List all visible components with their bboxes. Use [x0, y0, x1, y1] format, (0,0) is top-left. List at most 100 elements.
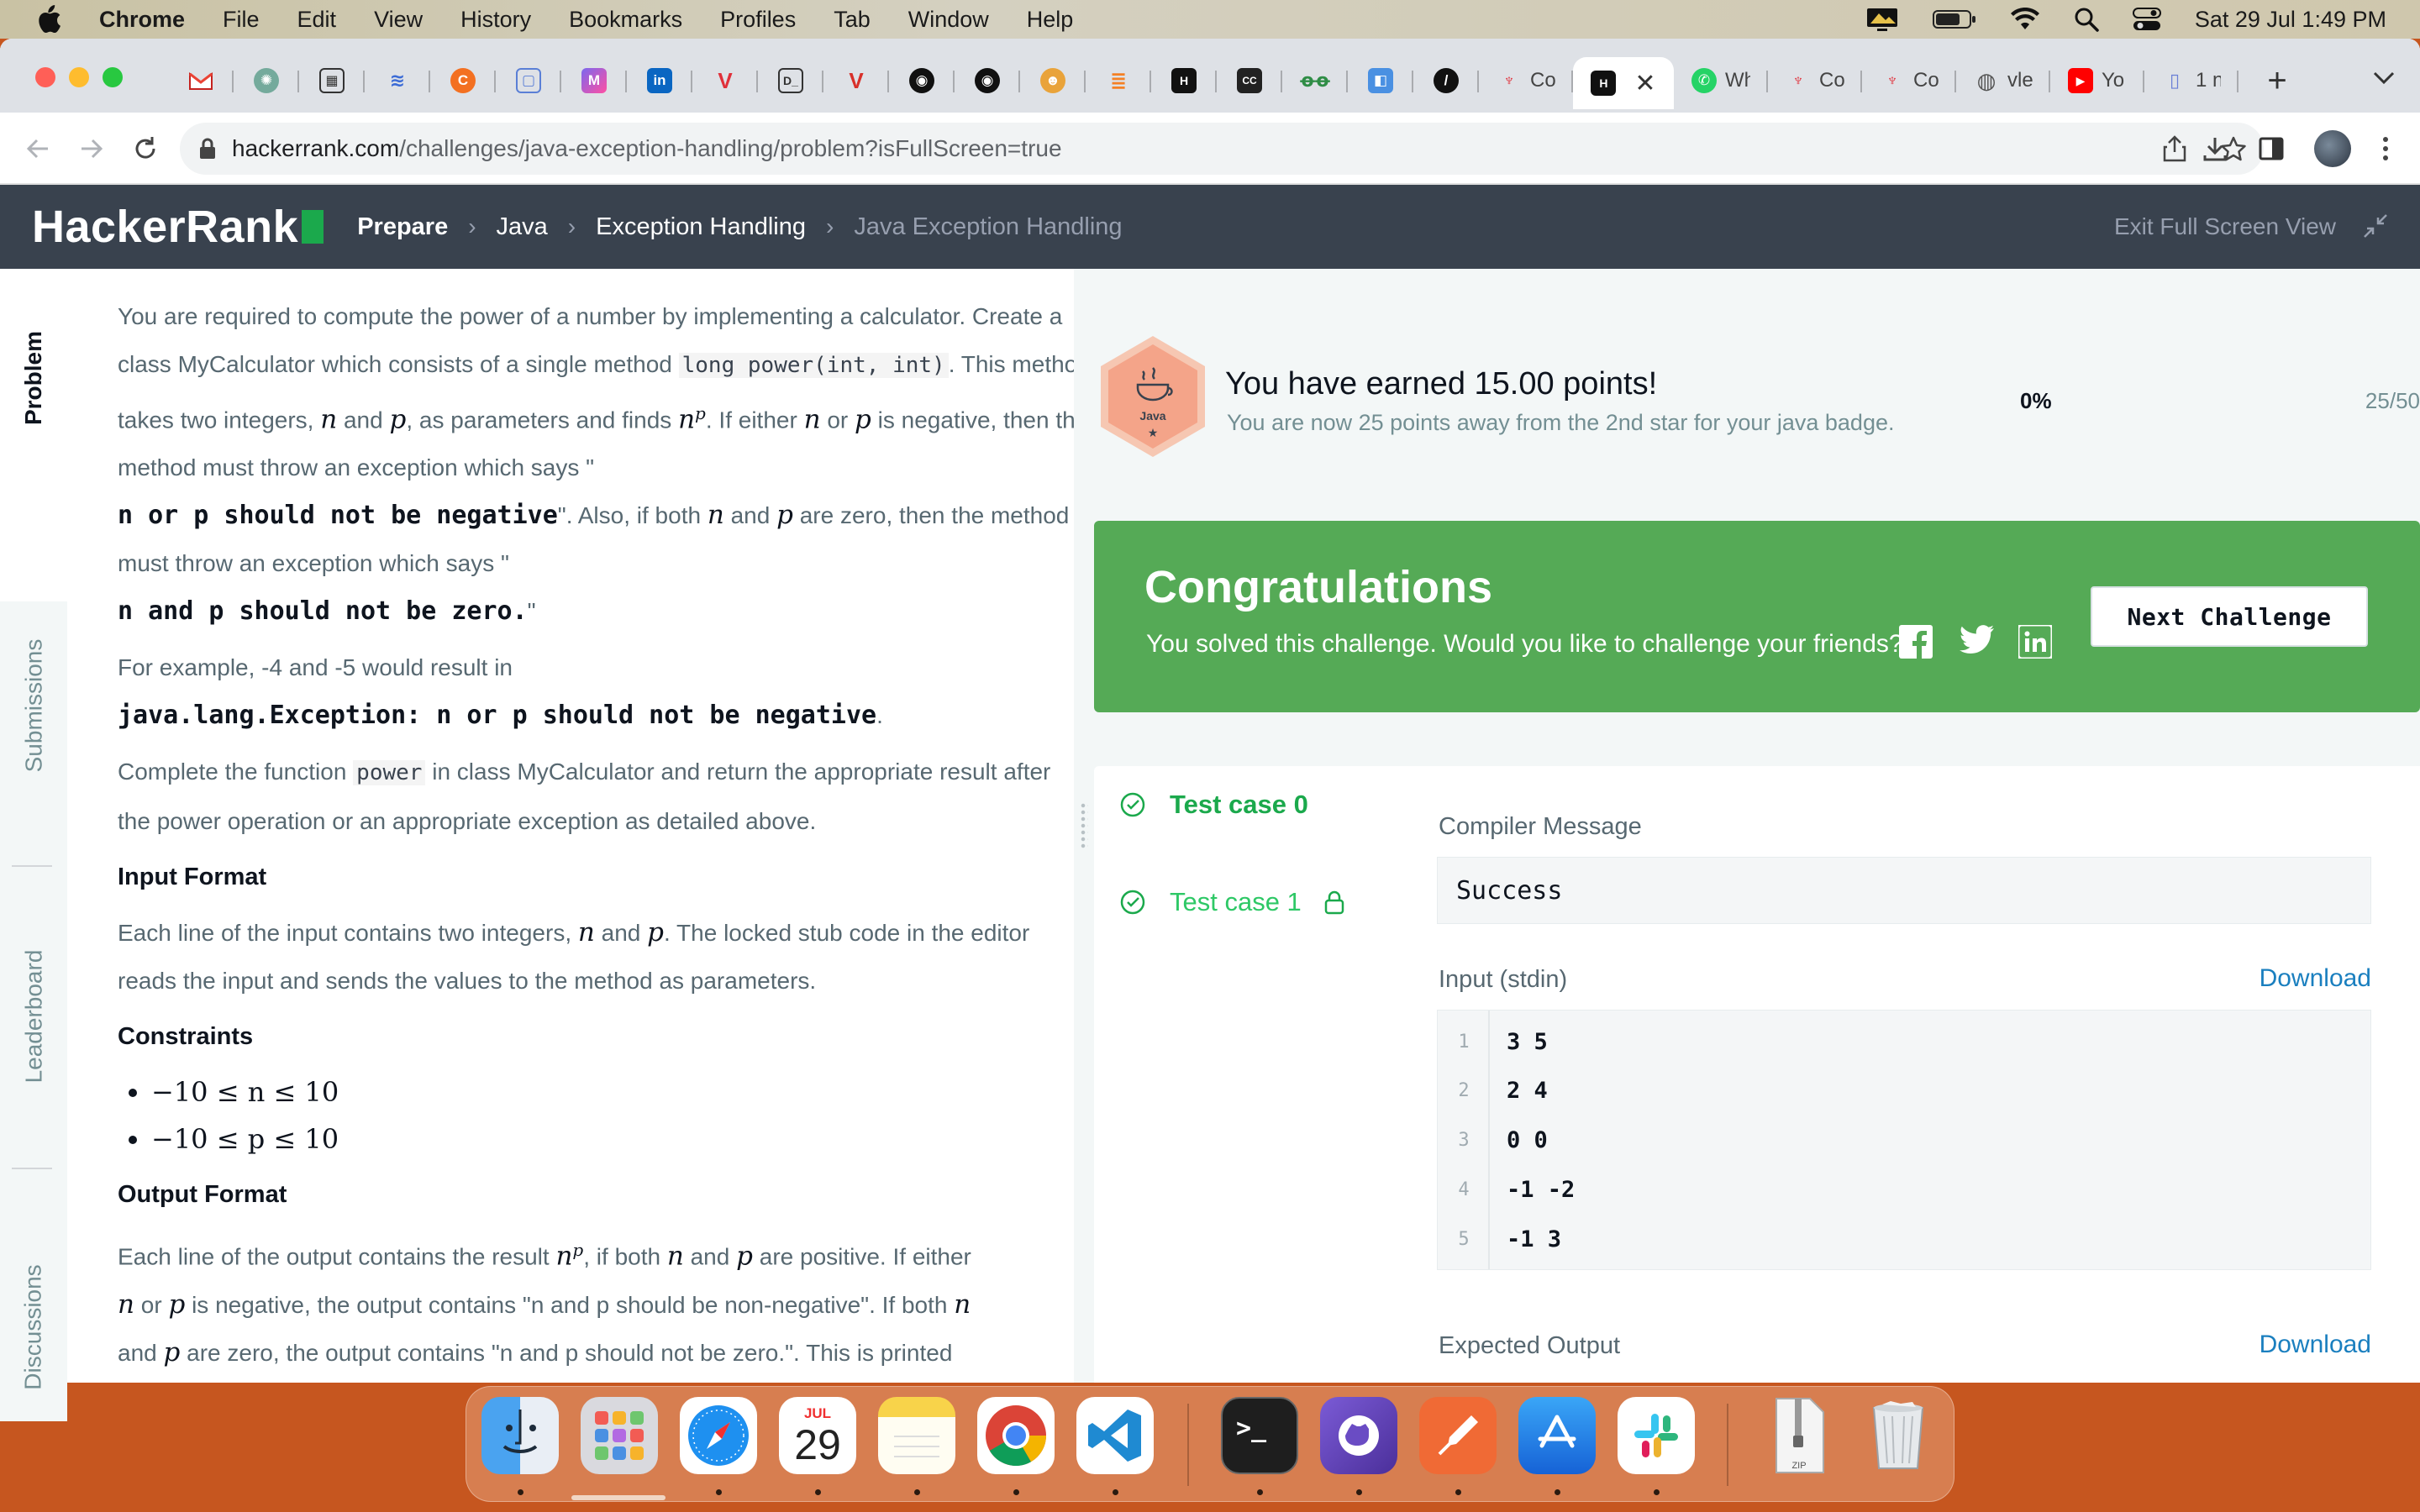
menu-file[interactable]: File [223, 7, 260, 33]
launchpad-icon[interactable] [581, 1397, 658, 1474]
problem-paragraph-1: You are required to compute the power of… [118, 303, 1074, 627]
testcase-0-tab[interactable]: Test case 0 [1119, 790, 1308, 820]
tab-codeforces-2[interactable]: ♆ Co [1768, 57, 1862, 104]
tab-code-doc[interactable]: D_ [758, 57, 823, 104]
chrome-icon[interactable] [977, 1397, 1055, 1474]
postman-icon[interactable] [1419, 1397, 1497, 1474]
tab-youtube[interactable]: ▶ Yo [2050, 57, 2144, 104]
lock-icon[interactable] [198, 137, 217, 160]
menubar-clock[interactable]: Sat 29 Jul 1:49 PM [2195, 7, 2386, 33]
hackerrank-logo[interactable]: HackerRank [32, 201, 324, 253]
tab-search-chevron-icon[interactable] [2373, 64, 2395, 91]
apple-menu-icon[interactable] [32, 3, 66, 36]
battery-icon[interactable] [1932, 8, 1976, 30]
menu-bookmarks[interactable]: Bookmarks [569, 7, 682, 33]
calendar-icon[interactable]: JUL 29 [779, 1397, 856, 1474]
menu-edit[interactable]: Edit [297, 7, 337, 33]
app-store-icon[interactable] [1518, 1397, 1596, 1474]
share-icon[interactable] [2163, 135, 2186, 162]
profile-avatar[interactable] [2314, 130, 2351, 167]
close-tab-icon[interactable]: ✕ [1634, 69, 1655, 98]
vscode-icon[interactable] [1076, 1397, 1154, 1474]
tab-vscode-web[interactable]: V [823, 57, 889, 104]
tab-bookmark-app[interactable]: ≋ [365, 57, 430, 104]
menu-help[interactable]: Help [1027, 7, 1074, 33]
back-arrow-icon[interactable] [17, 128, 59, 170]
breadcrumb-exception-handling[interactable]: Exception Handling [596, 213, 806, 241]
tab-vercel-like[interactable]: V [692, 57, 758, 104]
tab-github-2[interactable]: ◉ [955, 57, 1020, 104]
tab-codechef[interactable]: C [430, 57, 496, 104]
tab-leetcode-tool[interactable]: ▦ [299, 57, 365, 104]
testcase-1-tab[interactable]: Test case 1 [1119, 887, 1345, 917]
wifi-icon[interactable] [2010, 8, 2040, 31]
facebook-icon[interactable] [1899, 625, 1933, 659]
address-url[interactable]: hackerrank.com/challenges/java-exception… [232, 135, 1062, 162]
exit-fullscreen-link[interactable]: Exit Full Screen View [2114, 213, 2336, 240]
collapse-arrows-icon[interactable] [2363, 213, 2388, 243]
linkedin-share-icon[interactable] [2018, 625, 2052, 659]
tab-chatgpt[interactable]: ✺ [234, 57, 299, 104]
badge-label: Java [1139, 409, 1165, 423]
reload-icon[interactable] [124, 128, 166, 170]
terminal-icon[interactable]: >_ [1221, 1397, 1298, 1474]
drag-handle-icon[interactable] [1080, 802, 1088, 849]
tab-window-app[interactable]: ▢ [496, 57, 561, 104]
earned-subtitle: You are now 25 points away from the 2nd … [1227, 410, 1895, 435]
tab-gfg[interactable]: ꝋꝋ [1282, 57, 1348, 104]
trash-icon[interactable] [1860, 1397, 1937, 1474]
github-desktop-icon[interactable] [1320, 1397, 1397, 1474]
twitter-icon[interactable] [1960, 625, 1995, 655]
breadcrumb-java[interactable]: Java [497, 213, 548, 241]
tab-github-1[interactable]: ◉ [889, 57, 955, 104]
tab-cc-site[interactable]: CC [1217, 57, 1282, 104]
tab-avatar-site[interactable]: ☻ [1020, 57, 1086, 104]
tab-leaderboard[interactable]: Leaderboard [0, 932, 67, 1100]
tab-linkedin[interactable]: in [627, 57, 692, 104]
stdin-download-link[interactable]: Download [2260, 964, 2371, 993]
tab-book-site[interactable]: ▯ 1 n [2144, 57, 2238, 104]
menu-tab[interactable]: Tab [834, 7, 871, 33]
zip-archive-icon[interactable]: ZIP [1760, 1397, 1838, 1474]
tab-hackerrank-2[interactable]: H [1151, 57, 1217, 104]
tab-codeforces-1[interactable]: ♆ Co [1479, 57, 1573, 104]
menu-view[interactable]: View [374, 7, 423, 33]
menu-window[interactable]: Window [908, 7, 989, 33]
tab-codeforces-3[interactable]: ♆ Co [1862, 57, 1956, 104]
tab-discussions[interactable]: Discussions [0, 1243, 67, 1411]
spotlight-search-icon[interactable] [2074, 7, 2099, 32]
finder-icon[interactable] [481, 1397, 559, 1474]
wave-icon: ≋ [389, 70, 406, 91]
forward-arrow-icon[interactable] [71, 128, 113, 170]
breadcrumb-prepare[interactable]: Prepare [357, 213, 448, 241]
minimize-window-button[interactable] [69, 67, 89, 87]
address-bar[interactable]: hackerrank.com/challenges/java-exception… [180, 123, 2264, 175]
slack-icon[interactable] [1618, 1397, 1695, 1474]
tab-whatsapp[interactable]: ✆ Wh [1674, 57, 1768, 104]
next-challenge-button[interactable]: Next Challenge [2091, 586, 2368, 647]
expected-download-link[interactable]: Download [2260, 1331, 2371, 1359]
tab-problem[interactable]: Problem [0, 319, 67, 437]
downloads-icon[interactable] [2202, 135, 2228, 162]
menu-app-chrome[interactable]: Chrome [99, 7, 185, 33]
notes-icon[interactable] [878, 1397, 955, 1474]
zoom-window-button[interactable] [103, 67, 123, 87]
close-window-button[interactable] [35, 67, 55, 87]
control-center-icon[interactable] [2132, 7, 2161, 32]
tab-clickup[interactable]: M [561, 57, 627, 104]
tab-submissions[interactable]: Submissions [0, 622, 67, 790]
tab-globe-site[interactable]: ◍ vle [1956, 57, 2050, 104]
tab-hackerrank-active[interactable]: H ✕ [1573, 57, 1674, 109]
safari-icon[interactable] [680, 1397, 757, 1474]
side-panel-icon[interactable] [2259, 137, 2284, 160]
tab-gmail[interactable] [168, 57, 234, 104]
tab-blue-app[interactable]: ◧ [1348, 57, 1413, 104]
new-tab-button[interactable]: + [2260, 62, 2294, 100]
menu-profiles[interactable]: Profiles [720, 7, 796, 33]
stdin-line: 4 -1 -2 [1458, 1176, 1576, 1203]
display-icon[interactable] [1865, 7, 1899, 32]
chrome-menu-kebab-icon[interactable] [2381, 135, 2390, 162]
tab-notion-like[interactable]: / [1413, 57, 1479, 104]
tab-stackoverflow[interactable]: ≣ [1086, 57, 1151, 104]
menu-history[interactable]: History [460, 7, 531, 33]
